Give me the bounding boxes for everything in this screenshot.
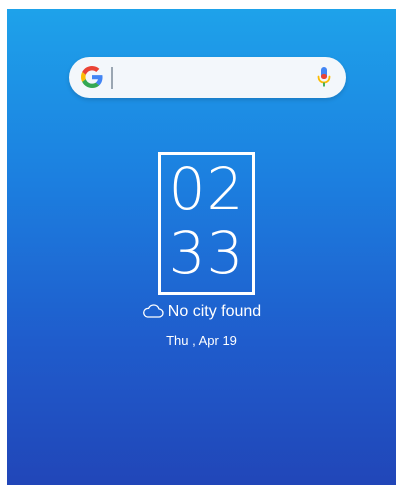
weather-status-text: No city found [167,303,262,320]
google-g-icon [81,66,103,88]
clock-hours: 02 [168,155,245,223]
google-search-bar[interactable] [69,57,346,98]
weather-widget[interactable]: No city found [7,302,396,322]
microphone-icon[interactable] [316,66,332,90]
date-text: Thu , Apr 19 [166,333,237,348]
clock-minutes: 33 [168,219,245,287]
text-cursor [111,67,113,89]
cloud-icon [142,304,164,318]
clock-widget[interactable]: 02 33 [158,152,255,295]
home-screen: 02 33 No city found Thu , Apr 19 [7,9,396,485]
